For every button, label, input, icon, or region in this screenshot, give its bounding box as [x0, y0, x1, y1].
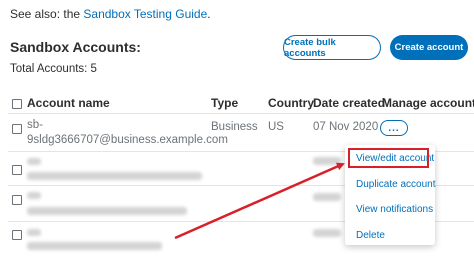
- annotation-arrow-icon: [174, 162, 345, 240]
